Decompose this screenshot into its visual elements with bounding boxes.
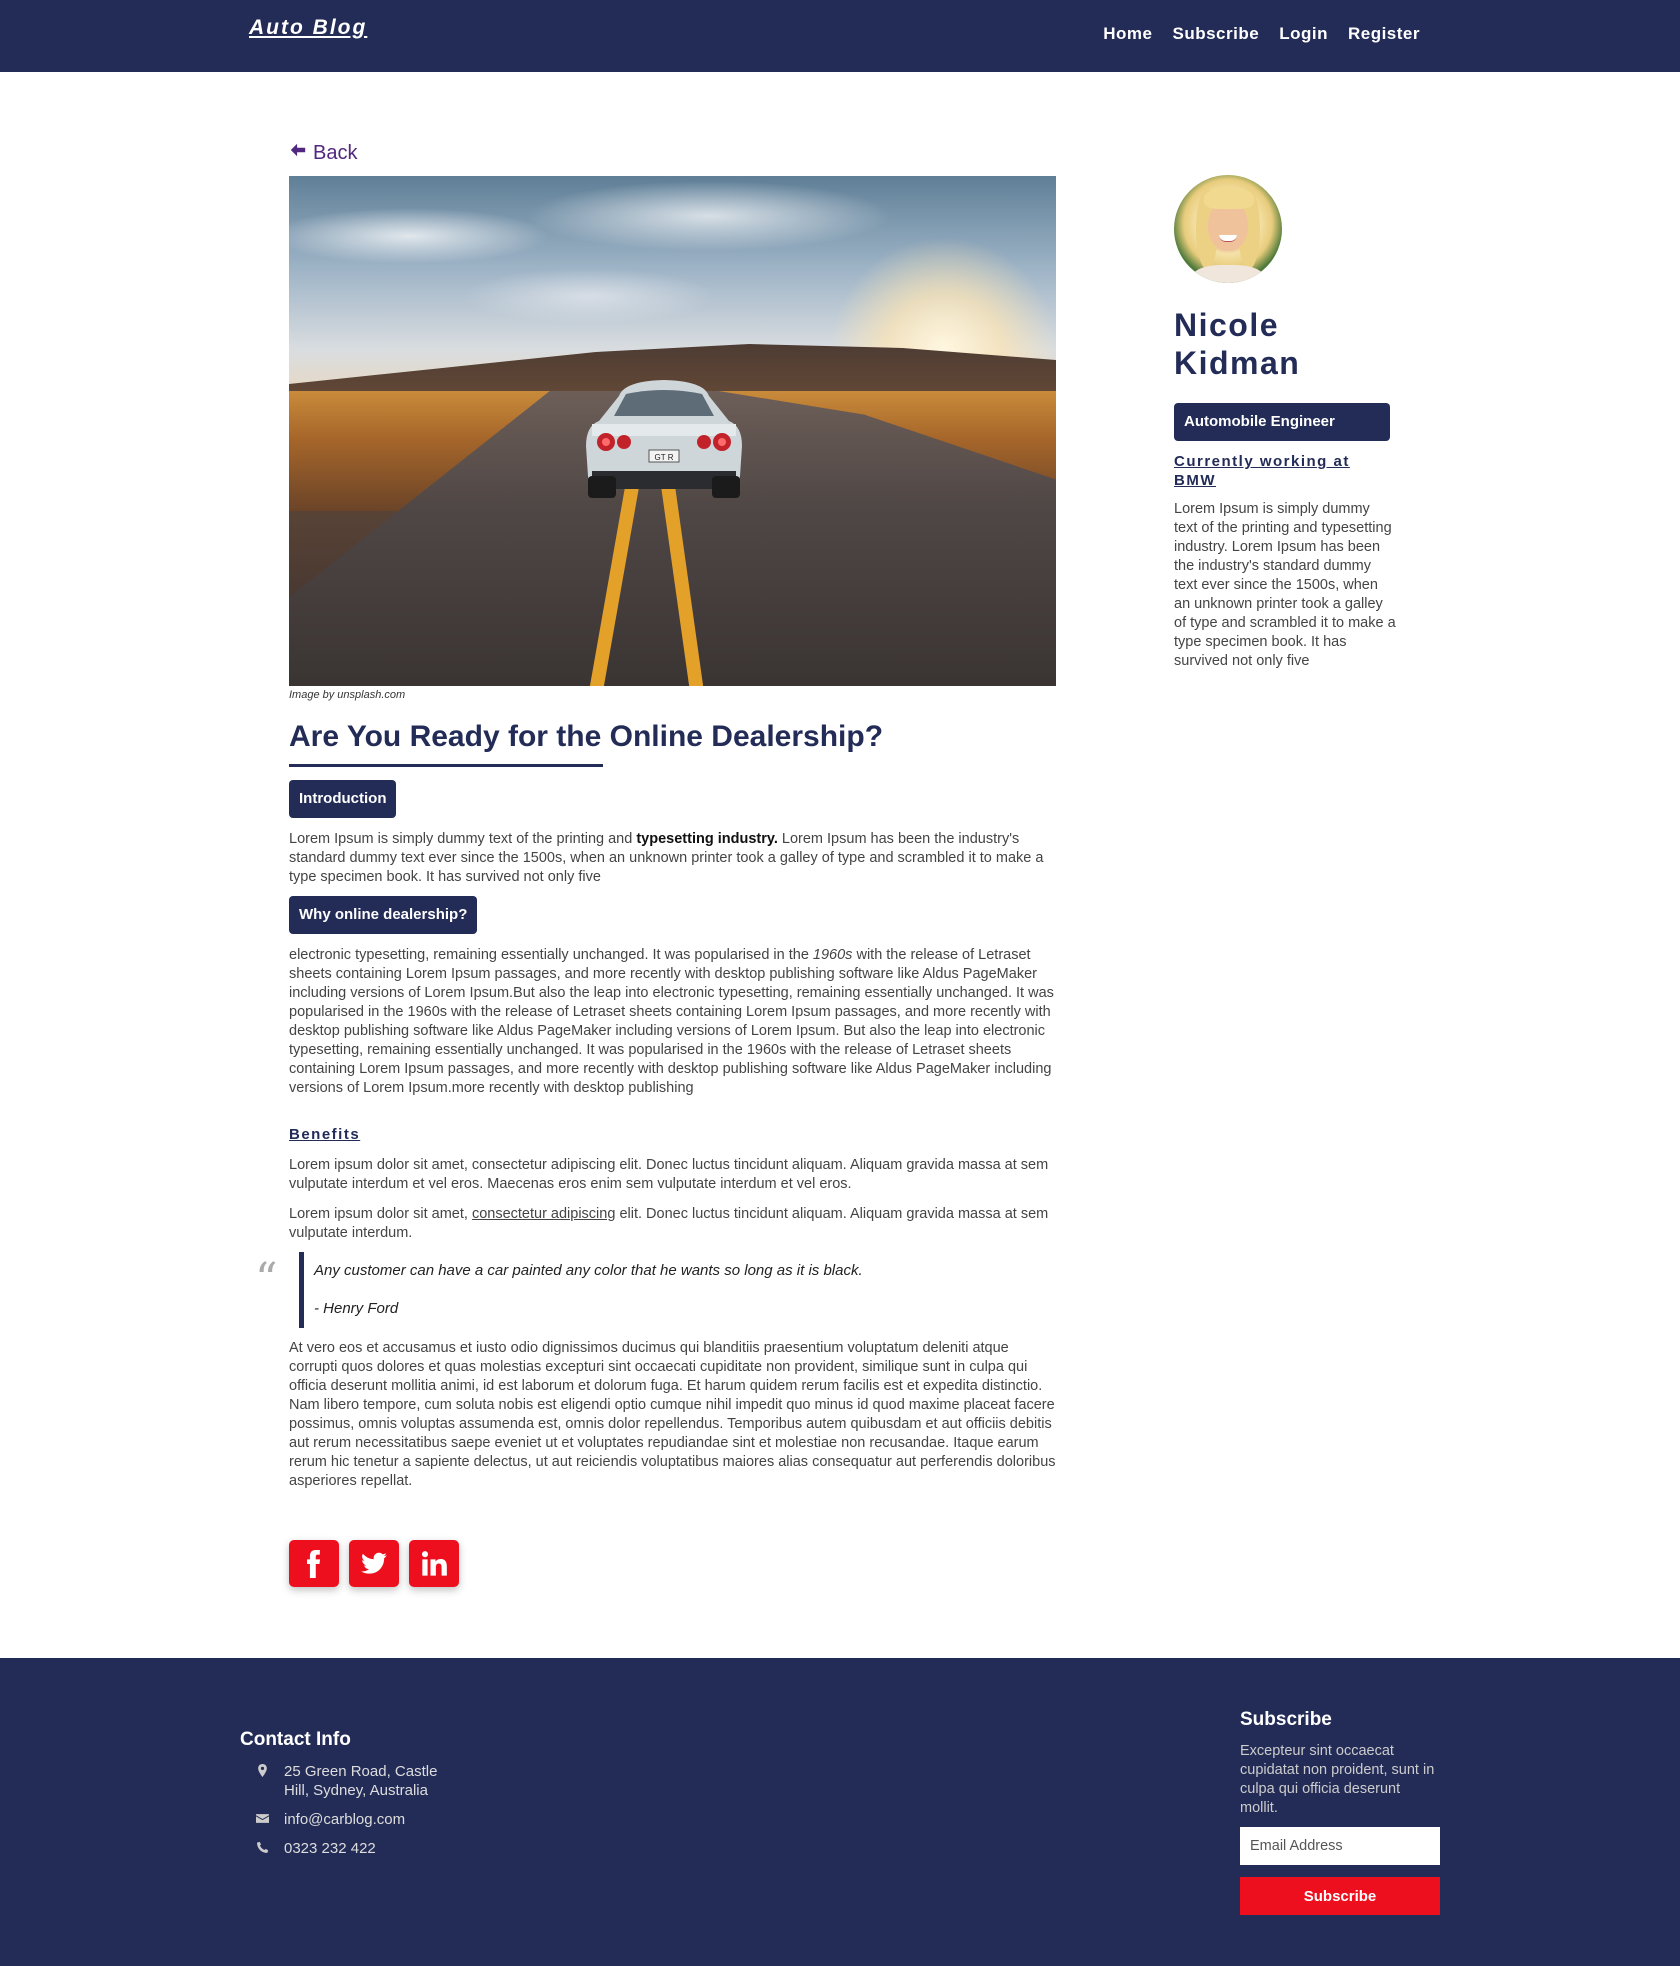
navbar: Auto Blog Home Subscribe Login Register: [0, 0, 1680, 72]
twitter-icon: [361, 1552, 387, 1574]
nav-links: Home Subscribe Login Register: [1103, 24, 1420, 44]
intro-paragraph: Lorem Ipsum is simply dummy text of the …: [289, 831, 1044, 885]
phone-icon: [254, 1839, 270, 1858]
hero-image: GT R: [289, 176, 1056, 686]
closing-paragraph: At vero eos et accusamus et iusto odio d…: [289, 1340, 1056, 1489]
consectetur-link[interactable]: consectetur adipiscing: [472, 1206, 615, 1222]
author-role-badge: Automobile Engineer: [1174, 403, 1390, 441]
nav-register[interactable]: Register: [1348, 24, 1420, 44]
quote-bar: [299, 1252, 304, 1328]
back-link[interactable]: Back: [289, 141, 357, 165]
why-tag: Why online dealership?: [289, 896, 478, 934]
author-first-name: Nicole: [1174, 307, 1280, 343]
footer: Contact Info 25 Green Road, Castle Hill,…: [0, 1658, 1680, 1966]
quote-icon: “: [255, 1254, 278, 1305]
contact-info-title: Contact Info: [240, 1729, 351, 1750]
twitter-share-button[interactable]: [349, 1540, 399, 1587]
contact-email[interactable]: info@carblog.com: [254, 1810, 405, 1829]
nav-home[interactable]: Home: [1103, 24, 1152, 44]
contact-phone[interactable]: 0323 232 422: [254, 1839, 376, 1858]
car-illustration: GT R: [586, 380, 742, 498]
linkedin-share-button[interactable]: [409, 1540, 459, 1587]
email-input[interactable]: [1240, 1827, 1440, 1865]
linkedin-icon: [421, 1550, 447, 1576]
title-underline: [289, 764, 603, 767]
license-plate: GT R: [655, 453, 674, 462]
image-caption: Image by unsplash.com: [289, 689, 406, 701]
benefits-heading: Benefits: [289, 1126, 361, 1143]
map-marker-icon: [254, 1762, 270, 1800]
nav-login[interactable]: Login: [1279, 24, 1328, 44]
address-line-1: 25 Green Road, Castle: [284, 1763, 438, 1780]
why-paragraph: electronic typesetting, remaining essent…: [289, 947, 1054, 1096]
phone-text: 0323 232 422: [284, 1840, 376, 1857]
nav-subscribe[interactable]: Subscribe: [1173, 24, 1260, 44]
email-text: info@carblog.com: [284, 1811, 406, 1828]
back-label: Back: [313, 141, 358, 164]
contact-address: 25 Green Road, Castle Hill, Sydney, Aust…: [254, 1762, 437, 1800]
subscribe-title: Subscribe: [1240, 1709, 1332, 1730]
subscribe-text: Excepteur sint occaecat cupidatat non pr…: [1240, 1743, 1435, 1816]
address-line-2: Hill, Sydney, Australia: [284, 1782, 428, 1799]
blockquote-text: Any customer can have a car painted any …: [314, 1262, 863, 1279]
author-bio: Lorem Ipsum is simply dummy text of the …: [1174, 501, 1396, 669]
author-name: Nicole Kidman: [1174, 306, 1394, 382]
facebook-share-button[interactable]: [289, 1540, 339, 1587]
brand-logo[interactable]: Auto Blog: [249, 16, 367, 40]
intro-tag: Introduction: [289, 780, 397, 818]
subscribe-button[interactable]: Subscribe: [1240, 1877, 1440, 1915]
author-avatar: [1174, 175, 1282, 283]
blockquote-author: - Henry Ford: [314, 1300, 399, 1317]
author-workplace-link[interactable]: Currently working at BMW: [1174, 452, 1394, 490]
facebook-icon: [307, 1549, 321, 1578]
benefits-paragraph-1: Lorem ipsum dolor sit amet, consectetur …: [289, 1157, 1049, 1192]
author-last-name: Kidman: [1174, 345, 1301, 381]
arrow-left-icon: [289, 141, 307, 165]
envelope-icon: [254, 1810, 270, 1829]
article-title: Are You Ready for the Online Dealership?: [289, 720, 884, 753]
benefits-paragraph-2: Lorem ipsum dolor sit amet, consectetur …: [289, 1206, 1049, 1241]
